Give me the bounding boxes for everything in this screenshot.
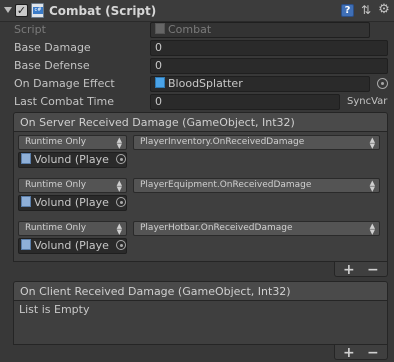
event-function-value: PlayerInventory.OnReceivedDamage: [140, 137, 305, 147]
event-mode-dropdown[interactable]: Runtime Only ▲ ▼: [18, 221, 127, 236]
last-combat-time-input[interactable]: 0: [150, 94, 340, 110]
dropdown-arrows-icon: ▲ ▼: [116, 179, 122, 193]
event-function-value: PlayerHotbar.OnReceivedDamage: [140, 223, 293, 233]
empty-list-text: List is Empty: [19, 303, 90, 316]
dropdown-arrows-icon: ▲ ▼: [369, 136, 375, 150]
enabled-checkbox[interactable]: ✓: [15, 4, 28, 17]
help-icon[interactable]: ?: [341, 4, 354, 17]
base-defense-input[interactable]: 0: [150, 58, 388, 74]
add-listener-button[interactable]: +: [343, 263, 355, 277]
event-mode-value: Runtime Only: [25, 180, 87, 190]
on-damage-effect-label: On Damage Effect: [14, 77, 115, 90]
script-icon: c#: [31, 3, 44, 18]
object-picker-icon[interactable]: [116, 240, 126, 250]
base-damage-input[interactable]: 0: [150, 40, 388, 56]
event-mode-value: Runtime Only: [25, 137, 87, 147]
client-event-header: On Client Received Damage (GameObject, I…: [13, 281, 388, 301]
server-event-header: On Server Received Damage (GameObject, I…: [13, 112, 388, 132]
event-target-field[interactable]: Volund (Playe: [18, 238, 127, 254]
gameobject-icon: [21, 239, 31, 250]
event-target-field[interactable]: Volund (Playe: [18, 195, 127, 211]
on-damage-effect-value: BloodSplatter: [168, 77, 243, 90]
event-mode-dropdown[interactable]: Runtime Only ▲ ▼: [18, 178, 127, 193]
presets-icon[interactable]: ⇅: [359, 3, 373, 17]
event-function-dropdown[interactable]: PlayerEquipment.OnReceivedDamage ▲ ▼: [133, 178, 380, 193]
base-damage-label: Base Damage: [14, 41, 91, 54]
object-picker-icon[interactable]: [116, 197, 126, 207]
dropdown-arrows-icon: ▲ ▼: [369, 222, 375, 236]
prefab-cube-icon: [155, 77, 165, 88]
foldout-arrow-icon[interactable]: [4, 7, 12, 13]
remove-listener-button[interactable]: −: [367, 263, 379, 277]
component-title: Combat (Script): [49, 4, 157, 18]
script-field: Combat: [150, 22, 370, 38]
event-target-field[interactable]: Volund (Playe: [18, 152, 127, 168]
event-mode-dropdown[interactable]: Runtime Only ▲ ▼: [18, 135, 127, 150]
add-listener-button[interactable]: +: [343, 346, 355, 360]
script-file-icon: [155, 23, 165, 34]
event-function-dropdown[interactable]: PlayerInventory.OnReceivedDamage ▲ ▼: [133, 135, 380, 150]
gear-icon[interactable]: ⚙: [377, 3, 391, 17]
script-label: Script: [14, 23, 46, 36]
script-value: Combat: [168, 23, 212, 36]
event-function-value: PlayerEquipment.OnReceivedDamage: [140, 180, 312, 190]
event-function-dropdown[interactable]: PlayerHotbar.OnReceivedDamage ▲ ▼: [133, 221, 380, 236]
last-combat-time-label: Last Combat Time: [14, 95, 114, 108]
object-picker-icon[interactable]: [116, 154, 126, 164]
object-picker-icon[interactable]: [377, 78, 388, 89]
dropdown-arrows-icon: ▲ ▼: [116, 136, 122, 150]
dropdown-arrows-icon: ▲ ▼: [369, 179, 375, 193]
dropdown-arrows-icon: ▲ ▼: [116, 222, 122, 236]
gameobject-icon: [21, 196, 31, 207]
on-damage-effect-field[interactable]: BloodSplatter: [150, 76, 370, 92]
base-defense-label: Base Defense: [14, 59, 90, 72]
event-target-value: Volund (Playe: [34, 153, 109, 166]
remove-listener-button[interactable]: −: [367, 346, 379, 360]
event-target-value: Volund (Playe: [34, 196, 109, 209]
syncvar-tag: SyncVar: [347, 96, 388, 107]
event-mode-value: Runtime Only: [25, 223, 87, 233]
gameobject-icon: [21, 153, 31, 164]
event-target-value: Volund (Playe: [34, 239, 109, 252]
